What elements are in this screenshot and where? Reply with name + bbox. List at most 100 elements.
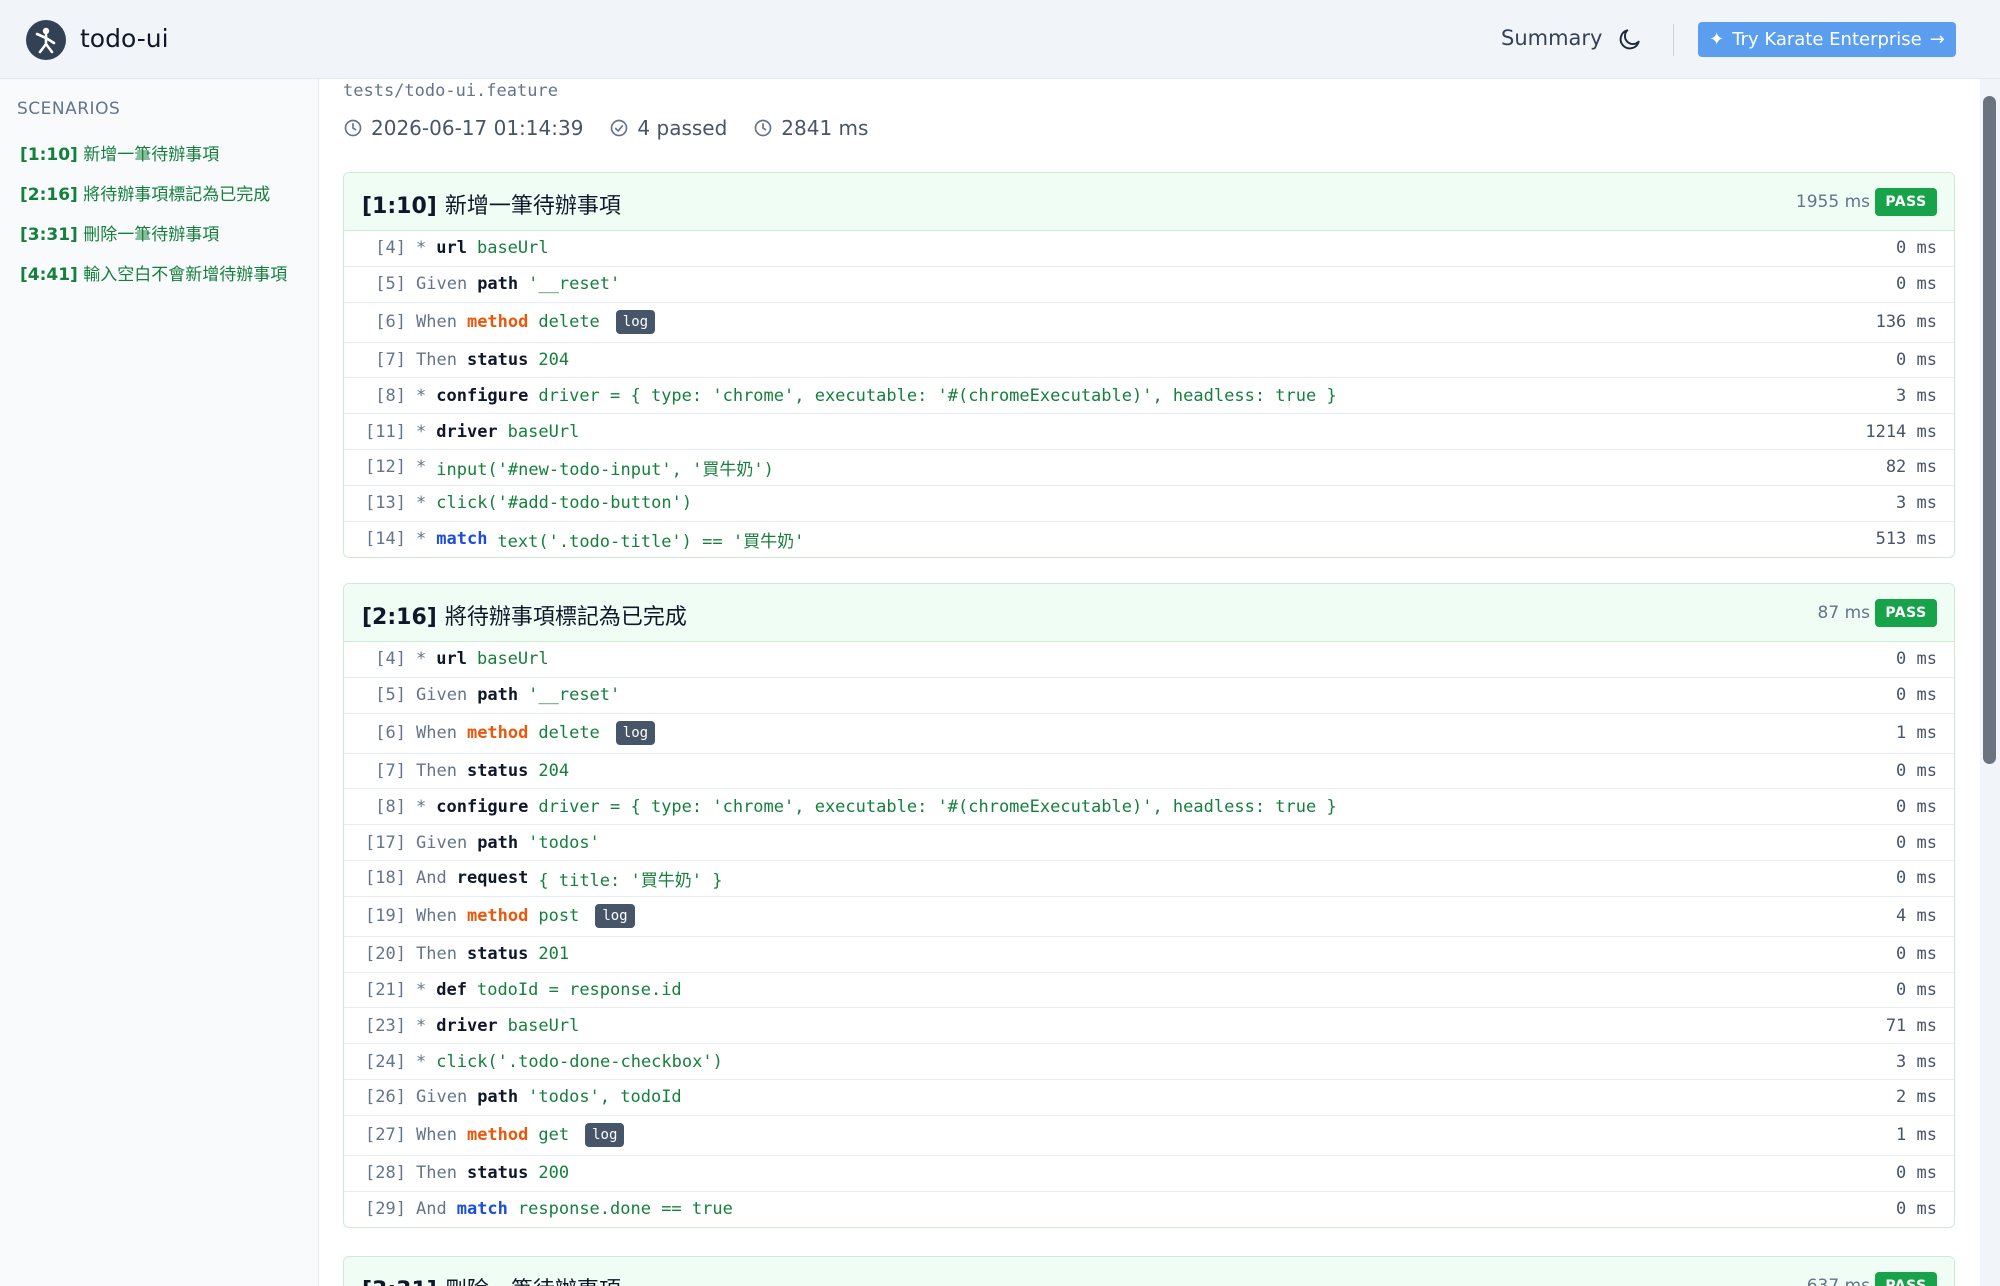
step-keyword: url bbox=[436, 649, 467, 670]
step-row[interactable]: [14] * match text('.todo-title') == '買牛奶' 51… bbox=[344, 522, 1954, 558]
step-row[interactable]: [4] * url baseUrl 0 ms bbox=[344, 231, 1954, 267]
step-row[interactable]: [6] When method delete log 136 ms bbox=[344, 303, 1954, 343]
step-row[interactable]: [5] Given path '__reset' 0 ms bbox=[344, 678, 1954, 714]
step-row[interactable]: [17] Given path 'todos' 0 ms bbox=[344, 825, 1954, 861]
step-prefix: Then bbox=[416, 1163, 457, 1184]
log-button[interactable]: log bbox=[585, 1123, 625, 1148]
step-row[interactable]: [26] Given path 'todos', todoId 2 ms bbox=[344, 1080, 1954, 1116]
step-row[interactable]: [8] * configure driver = { type: 'chrome', … bbox=[344, 789, 1954, 826]
step-prefix: When bbox=[416, 906, 457, 927]
step-line-number: [20] bbox=[365, 944, 406, 965]
scenario-header[interactable]: [3:31] 刪除一筆待辦事項 637 ms PASS bbox=[344, 1257, 1954, 1286]
step-duration: 136 ms bbox=[1875, 312, 1937, 333]
step-keyword: method bbox=[466, 312, 529, 333]
step-row[interactable]: [4] * url baseUrl 0 ms bbox=[344, 642, 1954, 678]
step-line-number: [5] bbox=[375, 685, 406, 706]
step-prefix: * bbox=[416, 385, 427, 406]
step-prefix: When bbox=[416, 1125, 457, 1146]
step-line-number: [7] bbox=[375, 349, 406, 370]
log-button[interactable]: log bbox=[595, 904, 635, 929]
step-keyword: status bbox=[466, 349, 529, 370]
try-enterprise-button[interactable]: ✦ Try Karate Enterprise → bbox=[1698, 22, 1956, 57]
scenario-title: [1:10] 新增一筆待辦事項 bbox=[362, 188, 621, 220]
scenario-id: [2:16] bbox=[362, 605, 437, 630]
step-keyword: status bbox=[466, 944, 529, 965]
log-button[interactable]: log bbox=[615, 721, 656, 746]
scenario-header[interactable]: [1:10] 新增一筆待辦事項 1955 ms PASS bbox=[344, 173, 1954, 231]
step-row[interactable]: [20] Then status 201 0 ms bbox=[344, 937, 1954, 973]
step-text: input('#new-todo-input', '買牛奶') bbox=[436, 459, 774, 480]
step-prefix: * bbox=[416, 649, 427, 670]
karate-logo-icon[interactable] bbox=[26, 20, 66, 60]
summary-link[interactable]: Summary bbox=[1501, 26, 1602, 50]
step-row[interactable]: [11] * driver baseUrl 1214 ms bbox=[344, 414, 1954, 450]
step-text: post bbox=[538, 906, 580, 927]
step-row[interactable]: [21] * def todoId = response.id 0 ms bbox=[344, 973, 1954, 1009]
step-duration: 0 ms bbox=[1896, 238, 1937, 259]
sidebar-item-scenario-3[interactable]: [3:31] 刪除一筆待辦事項 bbox=[20, 220, 219, 245]
step-row[interactable]: [7] Then status 204 0 ms bbox=[344, 343, 1954, 379]
step-duration: 0 ms bbox=[1896, 868, 1937, 889]
scenario-id: [4:41] bbox=[20, 265, 78, 285]
step-row[interactable]: [12] * input('#new-todo-input', '買牛奶') 82 m… bbox=[344, 450, 1954, 486]
passed-count: 4 passed bbox=[637, 116, 728, 140]
step-row[interactable]: [7] Then status 204 0 ms bbox=[344, 754, 1954, 790]
app-title[interactable]: todo-ui bbox=[80, 24, 169, 53]
scenario-header[interactable]: [2:16] 將待辦事項標記為已完成 87 ms PASS bbox=[344, 584, 1954, 642]
step-row[interactable]: [6] When method delete log 1 ms bbox=[344, 714, 1954, 754]
step-text: todoId = response.id bbox=[476, 979, 682, 1000]
step-prefix: * bbox=[416, 1015, 427, 1036]
step-duration: 0 ms bbox=[1896, 1163, 1937, 1184]
sidebar-item-scenario-4[interactable]: [4:41] 輸入空白不會新增待辦事項 bbox=[20, 260, 287, 285]
log-button[interactable]: log bbox=[615, 310, 656, 335]
step-keyword: status bbox=[466, 1163, 529, 1184]
step-duration: 4 ms bbox=[1896, 906, 1937, 927]
step-row[interactable]: [24] * click('.todo-done-checkbox') 3 ms bbox=[344, 1044, 1954, 1080]
step-row[interactable]: [29] And match response.done == true 0 ms bbox=[344, 1192, 1954, 1228]
step-line-number: [8] bbox=[375, 796, 406, 817]
sidebar: SCENARIOS [1:10] 新增一筆待辦事項 [2:16] 將待辦事項標記… bbox=[0, 79, 319, 1286]
step-line-number: [23] bbox=[365, 1015, 406, 1036]
step-row[interactable]: [18] And request { title: '買牛奶' } 0 ms bbox=[344, 861, 1954, 897]
step-prefix: * bbox=[416, 796, 427, 817]
step-row[interactable]: [13] * click('#add-todo-button') 3 ms bbox=[344, 486, 1954, 522]
step-line-number: [4] bbox=[375, 649, 406, 670]
scenario-label: 將待辦事項標記為已完成 bbox=[83, 185, 271, 205]
sidebar-item-scenario-1[interactable]: [1:10] 新增一筆待辦事項 bbox=[20, 140, 219, 165]
step-prefix: * bbox=[416, 979, 427, 1000]
step-keyword: url bbox=[436, 238, 467, 259]
scenario-card: [1:10] 新增一筆待辦事項 1955 ms PASS [4] * url baseUrl 0… bbox=[343, 172, 1955, 559]
step-text: 204 bbox=[538, 349, 570, 370]
step-text: baseUrl bbox=[476, 649, 549, 670]
sidebar-item-scenario-2[interactable]: [2:16] 將待辦事項標記為已完成 bbox=[20, 180, 270, 205]
step-row[interactable]: [5] Given path '__reset' 0 ms bbox=[344, 267, 1954, 303]
dark-mode-toggle-icon[interactable] bbox=[1617, 26, 1645, 54]
scenario-label: 新增一筆待辦事項 bbox=[83, 145, 220, 165]
step-row[interactable]: [23] * driver baseUrl 71 ms bbox=[344, 1008, 1954, 1045]
scenario-id: [1:10] bbox=[362, 194, 437, 219]
step-text: 201 bbox=[538, 944, 570, 965]
scenario-name: 將待辦事項標記為已完成 bbox=[444, 605, 687, 630]
step-row[interactable]: [8] * configure driver = { type: 'chrome', … bbox=[344, 378, 1954, 415]
step-keyword: path bbox=[477, 832, 519, 853]
step-line-number: [17] bbox=[365, 832, 406, 853]
step-row[interactable]: [27] When method get log 1 ms bbox=[344, 1116, 1954, 1156]
step-line-number: [28] bbox=[365, 1163, 406, 1184]
step-prefix: And bbox=[416, 1199, 447, 1220]
step-duration: 0 ms bbox=[1896, 796, 1937, 817]
step-line-number: [29] bbox=[365, 1199, 406, 1220]
step-row[interactable]: [19] When method post log 4 ms bbox=[344, 897, 1954, 937]
scenario-name: 刪除一筆待辦事項 bbox=[445, 1278, 621, 1286]
step-duration: 82 ms bbox=[1885, 457, 1937, 478]
step-row[interactable]: [28] Then status 200 0 ms bbox=[344, 1156, 1954, 1192]
step-keyword: method bbox=[466, 1125, 529, 1146]
step-line-number: [11] bbox=[365, 421, 406, 442]
scrollbar-thumb[interactable] bbox=[1983, 96, 1996, 764]
step-text: '__reset' bbox=[528, 685, 621, 706]
step-text: click('.todo-done-checkbox') bbox=[436, 1051, 723, 1072]
step-duration: 0 ms bbox=[1896, 944, 1937, 965]
step-keyword: match bbox=[436, 529, 488, 550]
step-line-number: [26] bbox=[365, 1087, 406, 1108]
step-line-number: [13] bbox=[365, 493, 406, 514]
step-keyword: path bbox=[477, 685, 519, 706]
